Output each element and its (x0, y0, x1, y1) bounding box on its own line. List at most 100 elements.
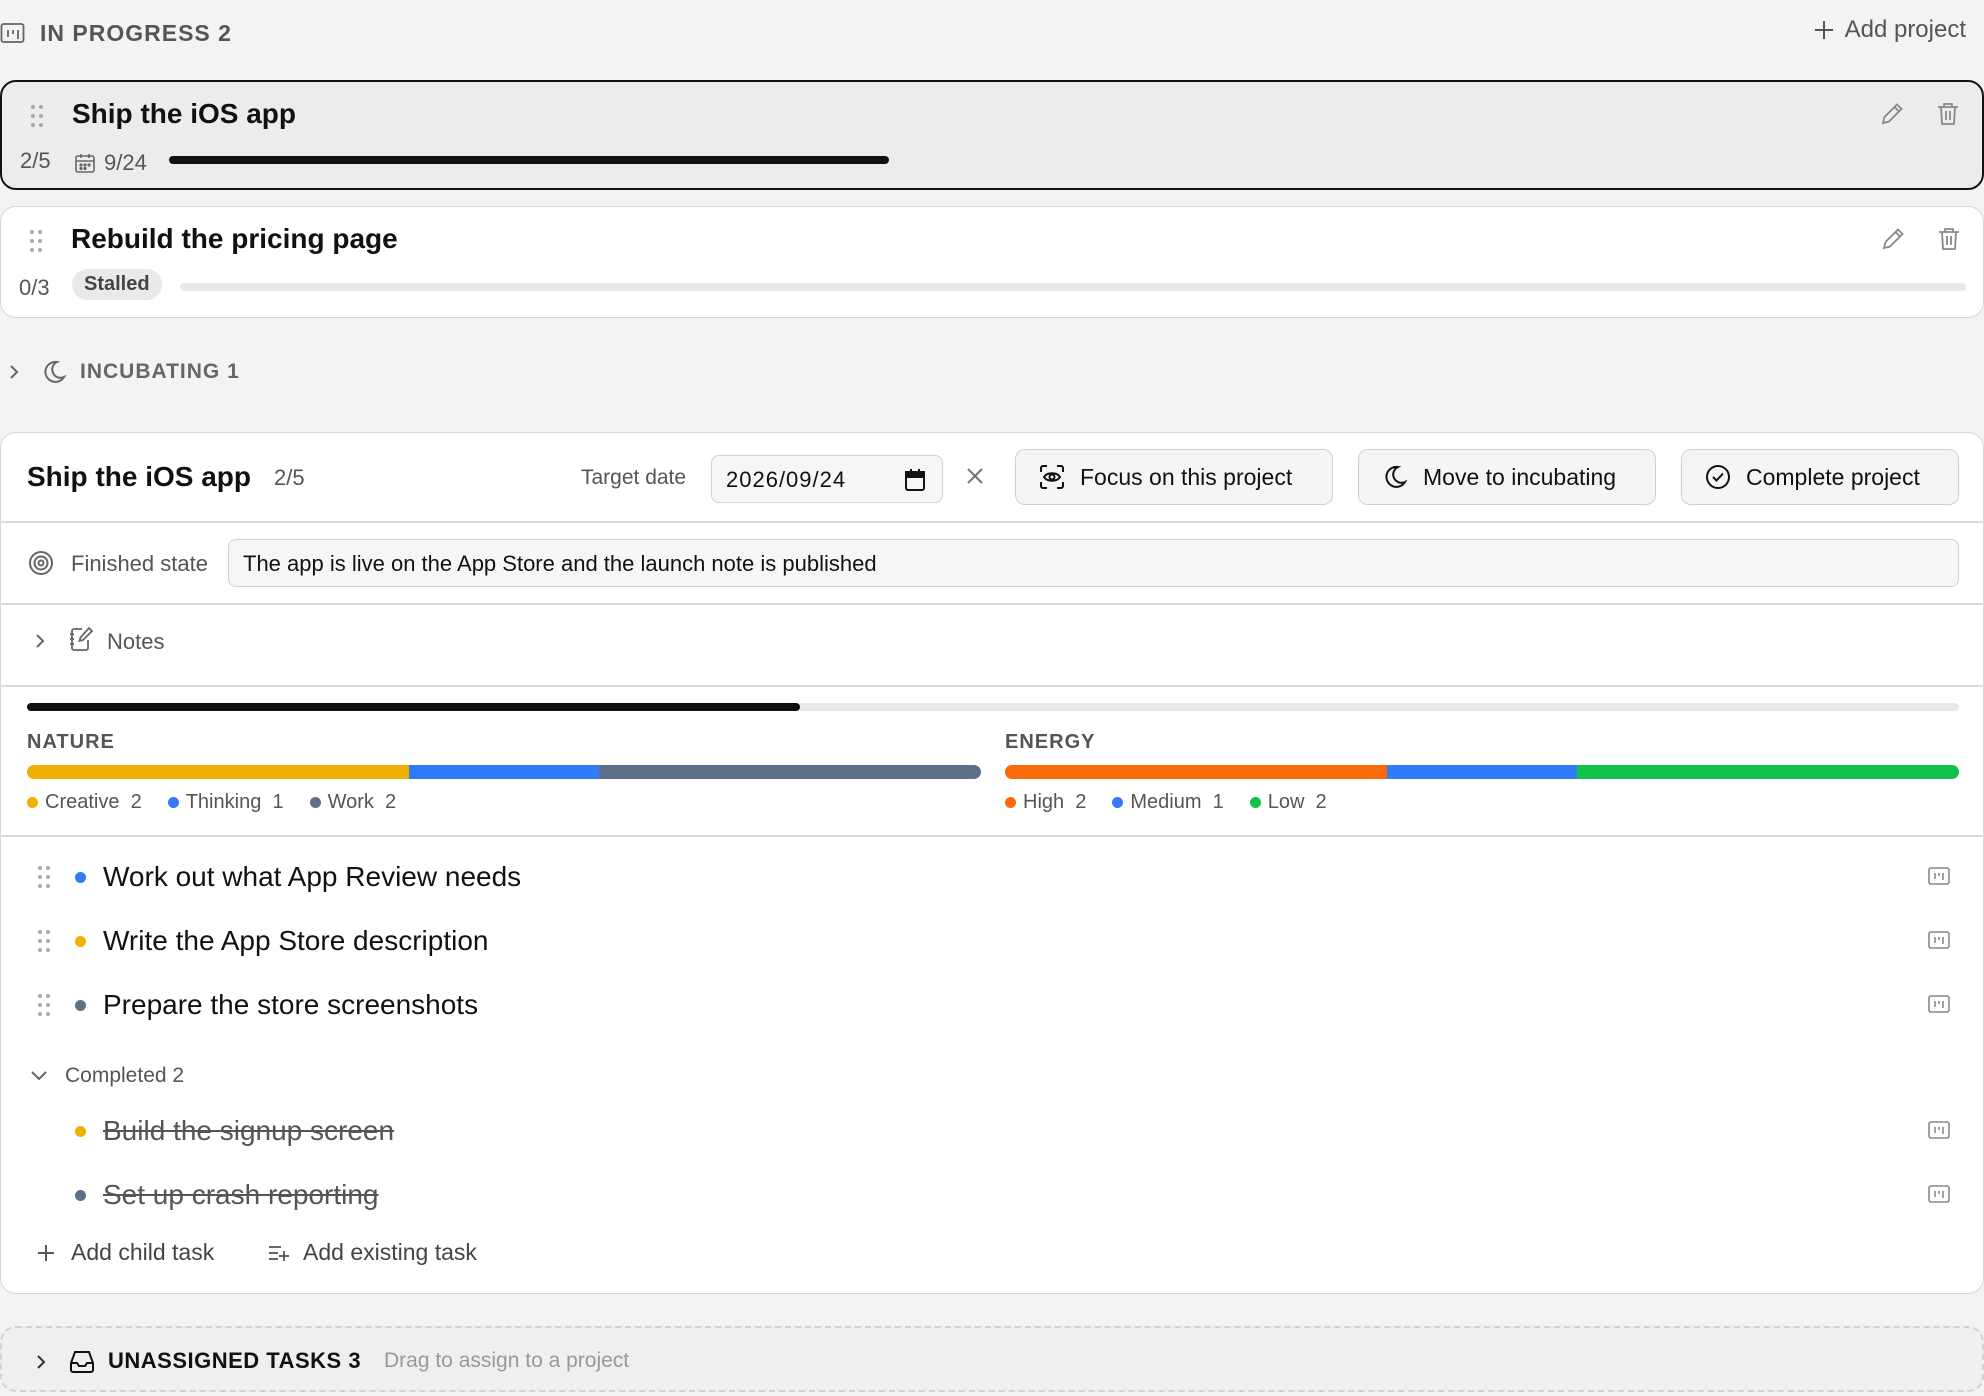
legend-label: Creative 2 (45, 791, 142, 813)
project-due-date: 9/24 (74, 150, 147, 176)
completed-task-row[interactable]: Set up crash reporting (1, 1169, 1983, 1221)
finished-state-input[interactable]: The app is live on the App Store and the… (228, 539, 1959, 587)
distribution-segment-work (599, 765, 981, 779)
distribution-segment-creative (27, 765, 409, 779)
divider (1, 685, 1983, 687)
distribution-segment-thinking (408, 765, 600, 779)
legend-item-work: Work 2 (309, 791, 397, 814)
kanban-icon[interactable] (1927, 865, 1951, 887)
project-name[interactable]: Rebuild the pricing page (71, 223, 398, 255)
chevron-right-icon (10, 365, 19, 379)
chevron-right-icon[interactable] (33, 631, 47, 651)
kanban-icon[interactable] (1927, 929, 1951, 951)
legend-label: High 2 (1023, 791, 1087, 813)
task-nature-dot (75, 1126, 86, 1137)
calendar-icon (75, 154, 95, 173)
projects-page: IN PROGRESS 2 Add project Ship the iOS a… (0, 0, 1984, 1396)
detail-count: 2/5 (274, 465, 305, 490)
chevron-down-icon (31, 1071, 47, 1081)
energy-legend: High 2 Medium 1 Low 2 (1005, 791, 1327, 814)
task-row[interactable]: Prepare the store screenshots (1, 979, 1983, 1031)
move-to-incubating-button[interactable]: Move to incubating (1358, 449, 1656, 505)
drag-handle-icon[interactable] (37, 993, 51, 1017)
project-task-count: 0/3 (19, 275, 50, 300)
project-detail-panel: Ship the iOS app 2/5 Target date 2026/09… (0, 432, 1984, 1294)
task-row[interactable]: Write the App Store description (1, 915, 1983, 967)
pencil-icon[interactable] (1879, 225, 1907, 253)
task-title[interactable]: Set up crash reporting (103, 1179, 379, 1211)
complete-project-label: Complete project (1746, 463, 1920, 490)
distribution-segment-medium (1386, 765, 1578, 779)
incubating-section-toggle[interactable]: INCUBATING 1 (0, 352, 400, 392)
legend-dot (1249, 797, 1261, 808)
legend-dot (167, 797, 179, 808)
completed-task-row[interactable]: Build the signup screen (1, 1105, 1983, 1157)
drag-handle-icon[interactable] (29, 229, 43, 253)
trash-icon[interactable] (1935, 225, 1963, 253)
legend-item-medium: Medium 1 (1112, 791, 1224, 814)
task-nature-dot (75, 872, 86, 883)
pencil-icon[interactable] (1878, 100, 1906, 128)
drag-handle-icon[interactable] (37, 865, 51, 889)
task-title[interactable]: Work out what App Review needs (103, 861, 521, 893)
due-date-label: 9/24 (104, 150, 147, 175)
drag-handle-icon[interactable] (37, 929, 51, 953)
task-title[interactable]: Write the App Store description (103, 925, 488, 957)
plus-icon (1814, 21, 1833, 39)
finished-state-label: Finished state (71, 551, 208, 576)
unassigned-title: UNASSIGNED TASKS 3 (108, 1348, 362, 1373)
add-project-button[interactable]: Add project (1813, 16, 1966, 44)
detail-title: Ship the iOS app (27, 461, 252, 492)
incubating-label: INCUBATING 1 (80, 360, 240, 383)
notes-toggle[interactable]: Notes (107, 629, 164, 655)
legend-dot (1112, 797, 1124, 808)
project-card[interactable]: Ship the iOS app 2/5 9/24 (0, 80, 1984, 190)
drag-handle-icon[interactable] (30, 104, 44, 128)
in-progress-title: IN PROGRESS 2 (40, 20, 232, 46)
nature-title: NATURE (27, 731, 115, 753)
target-date-input[interactable]: 2026/09/24 (711, 455, 943, 503)
nature-bar (27, 765, 981, 779)
complete-project-button[interactable]: Complete project (1681, 449, 1959, 505)
legend-label: Work 2 (327, 791, 397, 813)
project-progress-fill (27, 703, 800, 711)
finished-state-value: The app is live on the App Store and the… (243, 551, 877, 576)
task-nature-dot (75, 936, 86, 947)
clear-date-icon[interactable] (965, 466, 985, 486)
target-date-value: 2026/09/24 (726, 467, 847, 492)
add-project-label: Add project (1844, 16, 1966, 43)
add-existing-task-button[interactable]: Add existing task (267, 1239, 477, 1266)
list-plus-icon (269, 1245, 289, 1261)
energy-bar (1005, 765, 1959, 779)
task-title[interactable]: Build the signup screen (103, 1115, 394, 1147)
calendar-icon[interactable] (904, 468, 926, 492)
kanban-icon[interactable] (1927, 993, 1951, 1015)
project-name[interactable]: Ship the iOS app (72, 98, 296, 130)
project-progress-bar (180, 283, 1966, 291)
project-task-count: 2/5 (20, 148, 51, 173)
legend-dot (1005, 797, 1016, 808)
in-progress-header: IN PROGRESS 2 Add project (0, 8, 1984, 56)
project-progress-fill (169, 156, 889, 164)
add-child-task-button[interactable]: Add child task (35, 1239, 214, 1266)
focus-project-label: Focus on this project (1080, 463, 1293, 490)
legend-dot (27, 797, 38, 808)
trash-icon[interactable] (1934, 100, 1962, 128)
task-nature-dot (75, 1190, 86, 1201)
completed-toggle[interactable]: Completed 2 (29, 1061, 184, 1091)
kanban-icon[interactable] (1927, 1183, 1951, 1205)
divider (1, 521, 1983, 523)
kanban-icon[interactable] (1927, 1119, 1951, 1141)
stalled-badge: Stalled (72, 269, 162, 300)
task-title[interactable]: Prepare the store screenshots (103, 989, 478, 1021)
distribution-segment-low (1577, 765, 1959, 779)
target-icon (29, 551, 53, 575)
unassigned-tasks-section[interactable]: UNASSIGNED TASKS 3 Drag to assign to a p… (0, 1326, 1984, 1392)
legend-item-thinking: Thinking 1 (167, 791, 284, 814)
task-row[interactable]: Work out what App Review needs (1, 851, 1983, 903)
focus-project-button[interactable]: Focus on this project (1015, 449, 1333, 505)
chevron-right-icon (37, 1355, 46, 1369)
legend-item-high: High 2 (1005, 791, 1086, 814)
project-card[interactable]: Rebuild the pricing page 0/3 Stalled (0, 206, 1984, 318)
add-child-task-label: Add child task (71, 1239, 215, 1265)
